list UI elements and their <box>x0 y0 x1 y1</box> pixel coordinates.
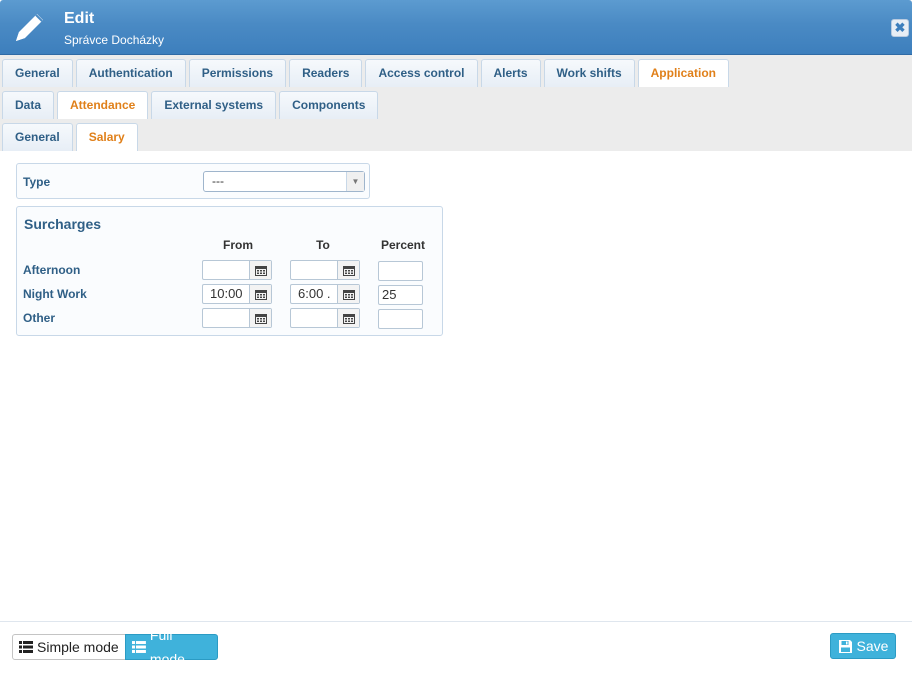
close-icon[interactable]: ✖ <box>891 19 909 37</box>
simple-mode-label: Simple mode <box>37 639 119 655</box>
tab-salary[interactable]: Salary <box>75 123 138 151</box>
tab-readers[interactable]: Readers <box>289 59 363 87</box>
type-select-value: --- <box>212 174 224 188</box>
chevron-down-icon[interactable]: ▼ <box>346 172 364 191</box>
calendar-icon[interactable] <box>337 285 359 303</box>
tab-components[interactable]: Components <box>279 91 379 119</box>
night-work-to-input[interactable]: 6:00 . <box>290 284 360 304</box>
afternoon-to-value <box>291 261 337 279</box>
save-label: Save <box>856 638 889 654</box>
full-mode-button[interactable]: Full mode <box>125 627 218 667</box>
tab-data[interactable]: Data <box>2 91 55 119</box>
type-select[interactable]: --- ▼ <box>203 171 365 192</box>
afternoon-label: Afternoon <box>23 263 81 277</box>
calendar-icon[interactable] <box>249 285 271 303</box>
column-to: To <box>316 238 330 252</box>
tab-attendance-general[interactable]: General <box>2 123 73 151</box>
afternoon-from-input[interactable] <box>202 260 272 280</box>
list-icon <box>19 641 33 653</box>
afternoon-percent-input[interactable] <box>378 261 423 281</box>
night-work-from-input[interactable]: 10:00 <box>202 284 272 304</box>
tab-work-shifts[interactable]: Work shifts <box>543 59 635 87</box>
simple-mode-button[interactable]: Simple mode <box>12 634 126 660</box>
column-from: From <box>223 238 253 252</box>
tab-alerts[interactable]: Alerts <box>480 59 541 87</box>
surcharges-box: Surcharges From To Percent Afternoon Nig… <box>16 206 443 336</box>
night-work-to-value: 6:00 . <box>298 286 331 301</box>
tab-authentication[interactable]: Authentication <box>75 59 186 87</box>
tab-external-systems[interactable]: External systems <box>151 91 277 119</box>
surcharges-title: Surcharges <box>24 216 102 232</box>
other-to-value <box>291 309 337 327</box>
dialog-subtitle: Správce Docházky <box>64 33 165 47</box>
tab-row-main: General Authentication Permissions Reade… <box>2 59 732 87</box>
dialog-title: Edit <box>64 10 95 27</box>
afternoon-to-input[interactable] <box>290 260 360 280</box>
save-button[interactable]: Save <box>830 633 896 659</box>
other-label: Other <box>23 311 56 325</box>
type-box: Type --- ▼ <box>16 163 370 199</box>
full-mode-label: Full mode <box>149 627 185 667</box>
other-from-input[interactable] <box>202 308 272 328</box>
tab-row-application: Data Attendance External systems Compone… <box>2 91 381 119</box>
tab-attendance[interactable]: Attendance <box>57 91 149 119</box>
dialog-footer: Simple mode Full mode Save <box>0 621 912 673</box>
salary-panel: Type --- ▼ Surcharges From To Percent Af… <box>0 151 912 621</box>
afternoon-from-value <box>203 261 249 279</box>
dialog-header: Edit Správce Docházky ✖ <box>0 0 912 55</box>
calendar-icon[interactable] <box>249 309 271 327</box>
other-from-value <box>203 309 249 327</box>
tab-access-control[interactable]: Access control <box>365 59 478 87</box>
pencil-icon <box>16 14 43 41</box>
column-percent: Percent <box>380 238 426 252</box>
tab-application[interactable]: Application <box>637 59 729 87</box>
other-to-input[interactable] <box>290 308 360 328</box>
tab-bar: General Authentication Permissions Reade… <box>0 55 912 151</box>
floppy-disk-icon <box>838 639 852 653</box>
tab-general[interactable]: General <box>2 59 73 87</box>
type-label: Type <box>23 175 51 189</box>
calendar-icon[interactable] <box>249 261 271 279</box>
night-work-from-value: 10:00 <box>210 286 243 301</box>
tab-row-attendance: General Salary <box>2 123 141 151</box>
night-work-percent-input[interactable]: 25 <box>378 285 423 305</box>
calendar-icon[interactable] <box>337 309 359 327</box>
night-work-label: Night Work <box>23 287 87 301</box>
calendar-icon[interactable] <box>337 261 359 279</box>
list-icon <box>132 641 146 653</box>
other-percent-input[interactable] <box>378 309 423 329</box>
tab-permissions[interactable]: Permissions <box>188 59 287 87</box>
